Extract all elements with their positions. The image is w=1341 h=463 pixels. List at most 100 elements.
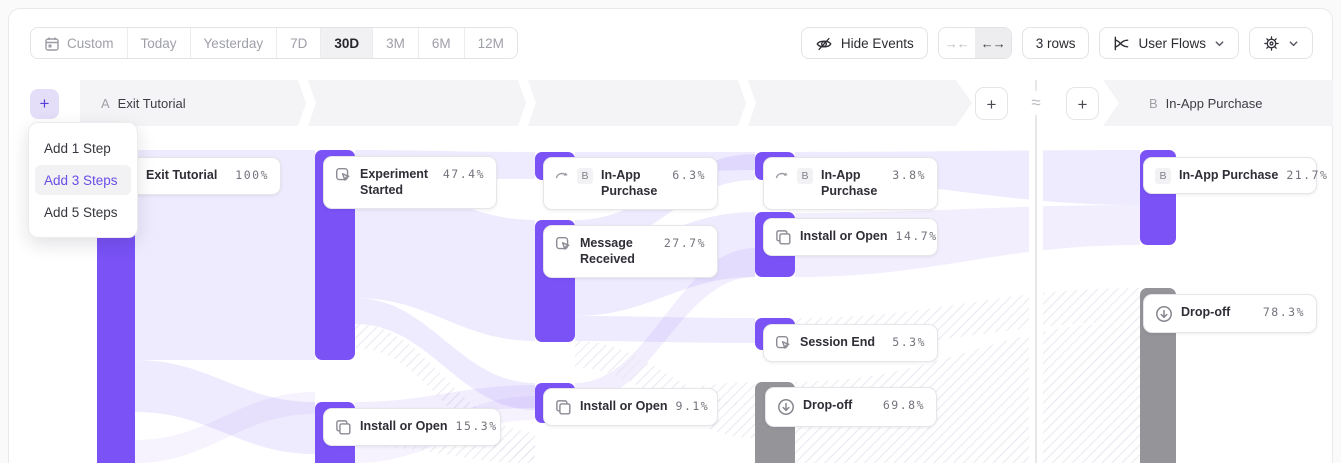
toolbar-right-group: Hide Events →← ←→ 3 rows User Flows: [801, 27, 1313, 59]
rows-button[interactable]: 3 rows: [1022, 27, 1090, 59]
node-label: Drop-off: [1181, 304, 1255, 320]
date-range-6m[interactable]: 6M: [419, 28, 465, 58]
node-label: Drop-off: [803, 397, 875, 413]
step-b-badge: B: [797, 168, 813, 184]
collapse-columns-button[interactable]: →←: [939, 28, 975, 58]
flow-break-approx-symbol: ≈: [1022, 91, 1050, 115]
node-value: 14.7%: [896, 228, 938, 243]
gear-icon: [1263, 34, 1280, 52]
date-range-label: 3M: [386, 36, 405, 51]
node-value: 78.3%: [1263, 304, 1305, 319]
view-selector-button[interactable]: User Flows: [1099, 27, 1239, 59]
node-label: Install or Open: [360, 418, 448, 434]
node-label: Install or Open: [580, 398, 668, 414]
add-steps-menu: Add 1 StepAdd 3 StepsAdd 5 Steps: [28, 122, 138, 238]
step-b-badge: B: [577, 168, 593, 184]
chevron-down-icon: [1288, 37, 1299, 49]
flow-node-session-end[interactable]: Session End 5.3%: [763, 324, 938, 362]
node-value: 27.7%: [664, 235, 706, 250]
node-label: In-App Purchase: [601, 167, 664, 200]
custom-event-icon: [775, 334, 792, 352]
expand-columns-icon: ←→: [981, 36, 1005, 51]
date-range-custom[interactable]: Custom: [31, 28, 128, 58]
hide-events-label: Hide Events: [841, 36, 914, 51]
step-band-a-letter: A: [101, 96, 110, 111]
node-label: In-App Purchase: [821, 167, 884, 200]
menu-item-add-3-steps[interactable]: Add 3 Steps: [35, 165, 131, 195]
calendar-icon: [44, 35, 60, 52]
flow-node-install-or-open-step2[interactable]: Install or Open 15.3%: [323, 408, 501, 446]
flow-node-in-app-purchase-step3[interactable]: B In-App Purchase 6.3%: [543, 157, 718, 210]
node-value: 47.4%: [443, 166, 485, 181]
date-range-12m[interactable]: 12M: [465, 28, 517, 58]
node-label: In-App Purchase: [1179, 167, 1278, 183]
eye-off-icon: [815, 34, 833, 53]
node-label: Experiment Started: [360, 166, 435, 199]
rows-label: 3 rows: [1036, 36, 1076, 51]
expand-columns-button[interactable]: ←→: [975, 28, 1011, 58]
repeat-arrow-icon: [775, 167, 789, 181]
menu-item-add-5-steps[interactable]: Add 5 Steps: [35, 197, 131, 227]
node-value: 5.3%: [892, 334, 926, 349]
flow-node-install-or-open-step4[interactable]: Install or Open 14.7%: [763, 218, 938, 256]
node-value: 15.3%: [456, 418, 498, 433]
flow-node-experiment-started[interactable]: Experiment Started 47.4%: [323, 156, 497, 209]
add-step-after-a-button[interactable]: +: [975, 87, 1008, 120]
install-or-open-icon: [775, 228, 792, 246]
step-band-a-title: Exit Tutorial: [118, 96, 186, 111]
date-range-7d[interactable]: 7D: [277, 28, 321, 58]
date-range-label: 6M: [432, 36, 451, 51]
date-range-label: Yesterday: [204, 36, 264, 51]
user-flows-icon: [1113, 34, 1130, 52]
drop-off-icon: [777, 397, 795, 416]
node-label: Install or Open: [800, 228, 888, 244]
date-range-yesterday[interactable]: Yesterday: [191, 28, 278, 58]
node-value: 9.1%: [676, 398, 710, 413]
date-range-label: 30D: [334, 36, 359, 51]
settings-button[interactable]: [1249, 27, 1313, 59]
node-label: Exit Tutorial: [146, 167, 227, 183]
date-range-label: Custom: [67, 36, 114, 51]
date-range-label: 7D: [290, 36, 307, 51]
date-range-3m[interactable]: 3M: [373, 28, 419, 58]
chevron-down-icon: [1214, 37, 1225, 49]
node-label: Session End: [800, 334, 884, 350]
drop-off-icon: [1155, 304, 1173, 323]
node-value: 69.8%: [883, 397, 925, 412]
date-range-today[interactable]: Today: [128, 28, 191, 58]
add-step-before-b-button[interactable]: +: [1066, 87, 1099, 120]
flow-node-drop-off-step4[interactable]: Drop-off 69.8%: [765, 387, 937, 427]
node-value: 100%: [235, 167, 269, 182]
column-spacing-toggle: →← ←→: [938, 27, 1012, 59]
flow-node-install-or-open-step3[interactable]: Install or Open 9.1%: [543, 388, 718, 426]
install-or-open-icon: [335, 418, 352, 436]
date-range-30d[interactable]: 30D: [321, 28, 373, 58]
node-label: Message Received: [580, 235, 656, 268]
step-band-b-letter: B: [1149, 96, 1158, 111]
hide-events-button[interactable]: Hide Events: [801, 27, 928, 59]
add-step-button[interactable]: +: [30, 89, 59, 119]
flow-node-drop-off-b[interactable]: Drop-off 78.3%: [1143, 294, 1317, 333]
install-or-open-icon: [555, 398, 572, 416]
toolbar: Custom Today Yesterday 7D 30D 3M 6M 12M Hide Ev…: [30, 27, 1313, 59]
custom-event-icon: [555, 235, 572, 253]
node-value: 21.7%: [1286, 167, 1328, 182]
step-b-badge: B: [1155, 168, 1171, 184]
date-range-label: 12M: [478, 36, 504, 51]
user-flows-screen: A Exit Tutorial B In-App Purchase + ≈ + …: [0, 0, 1341, 463]
node-value: 3.8%: [892, 167, 926, 182]
flow-break-separator: [1035, 80, 1037, 463]
date-range-label: Today: [141, 36, 177, 51]
step-band-b: B In-App Purchase: [1103, 80, 1333, 126]
menu-item-add-1-step[interactable]: Add 1 Step: [35, 133, 131, 163]
flow-node-message-received[interactable]: Message Received 27.7%: [543, 225, 718, 278]
collapse-columns-icon: →←: [945, 36, 969, 51]
date-range-selector: Custom Today Yesterday 7D 30D 3M 6M 12M: [30, 27, 518, 59]
custom-event-icon: [335, 166, 352, 184]
repeat-arrow-icon: [555, 167, 569, 181]
flow-node-in-app-purchase-b[interactable]: BIn-App Purchase21.7%: [1143, 157, 1317, 194]
node-value: 6.3%: [672, 167, 706, 182]
view-selector-label: User Flows: [1138, 36, 1206, 51]
step-band-b-title: In-App Purchase: [1166, 96, 1263, 111]
flow-node-in-app-purchase-step4[interactable]: B In-App Purchase 3.8%: [763, 157, 938, 210]
